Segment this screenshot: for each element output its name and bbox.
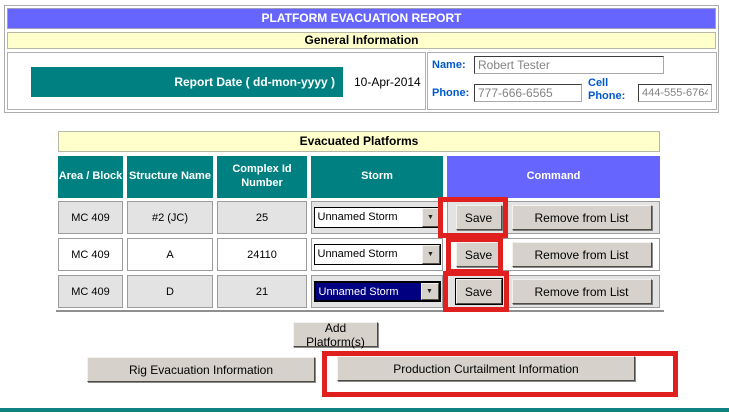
column-header-storm: Storm: [311, 156, 443, 198]
complex-id-cell: 25: [217, 201, 307, 234]
add-platforms-button[interactable]: Add Platform(s): [293, 322, 378, 347]
column-header-complex-id: Complex Id Number: [217, 156, 307, 198]
report-date-cell: Report Date ( dd-mon-yyyy ) 10-Apr-2014: [7, 52, 426, 110]
dropdown-arrow-icon[interactable]: ▼: [422, 208, 440, 227]
remove-from-list-button[interactable]: Remove from List: [512, 279, 652, 304]
storm-select-value: Unnamed Storm: [316, 283, 421, 300]
storm-select[interactable]: Unnamed Storm ▼: [314, 244, 441, 265]
general-info-header: General Information: [7, 32, 716, 49]
annotation-box-save-row1: [438, 197, 508, 238]
area-block-cell: MC 409: [58, 275, 123, 308]
area-block-cell: MC 409: [58, 201, 123, 234]
column-header-command: Command: [447, 156, 660, 198]
storm-cell: Unnamed Storm ▼: [311, 275, 443, 308]
phone-label: Phone:: [432, 87, 469, 99]
storm-select-value: Unnamed Storm: [315, 208, 422, 227]
structure-name-cell: #2 (JC): [127, 201, 213, 234]
storm-select[interactable]: Unnamed Storm ▼: [314, 281, 441, 302]
name-input[interactable]: [474, 56, 664, 74]
annotation-box-production-curtailment: [322, 351, 678, 397]
annotation-box-save-row2: [446, 237, 503, 274]
cell-phone-label: Cell Phone:: [588, 77, 634, 103]
annotation-box-save-row3: [443, 271, 509, 312]
rig-evacuation-button[interactable]: Rig Evacuation Information: [87, 357, 315, 382]
complex-id-cell: 21: [217, 275, 307, 308]
structure-name-cell: A: [127, 238, 213, 271]
dropdown-arrow-icon[interactable]: ▼: [422, 245, 440, 264]
bottom-divider: [0, 408, 729, 412]
column-header-structure-name: Structure Name: [127, 156, 213, 198]
phone-input[interactable]: [474, 84, 582, 102]
remove-from-list-button[interactable]: Remove from List: [512, 242, 652, 267]
area-block-cell: MC 409: [58, 238, 123, 271]
report-date-label: Report Date ( dd-mon-yyyy ): [31, 67, 343, 97]
name-label: Name:: [432, 59, 466, 71]
report-date-value: 10-Apr-2014: [354, 67, 421, 97]
page-title: PLATFORM EVACUATION REPORT: [7, 8, 716, 29]
cell-phone-input[interactable]: [638, 84, 712, 102]
complex-id-cell: 24110: [217, 238, 307, 271]
evacuated-platforms-header: Evacuated Platforms: [58, 131, 660, 152]
dropdown-arrow-icon[interactable]: ▼: [421, 283, 439, 300]
column-header-area-block: Area / Block: [58, 156, 123, 198]
storm-cell: Unnamed Storm ▼: [311, 238, 443, 271]
storm-cell: Unnamed Storm ▼: [311, 201, 443, 234]
storm-select-value: Unnamed Storm: [315, 245, 422, 264]
storm-select[interactable]: Unnamed Storm ▼: [314, 207, 441, 228]
structure-name-cell: D: [127, 275, 213, 308]
remove-from-list-button[interactable]: Remove from List: [512, 205, 652, 230]
contact-info-cell: Name: Phone: Cell Phone:: [427, 52, 717, 110]
table-bottom-border: [56, 310, 664, 312]
